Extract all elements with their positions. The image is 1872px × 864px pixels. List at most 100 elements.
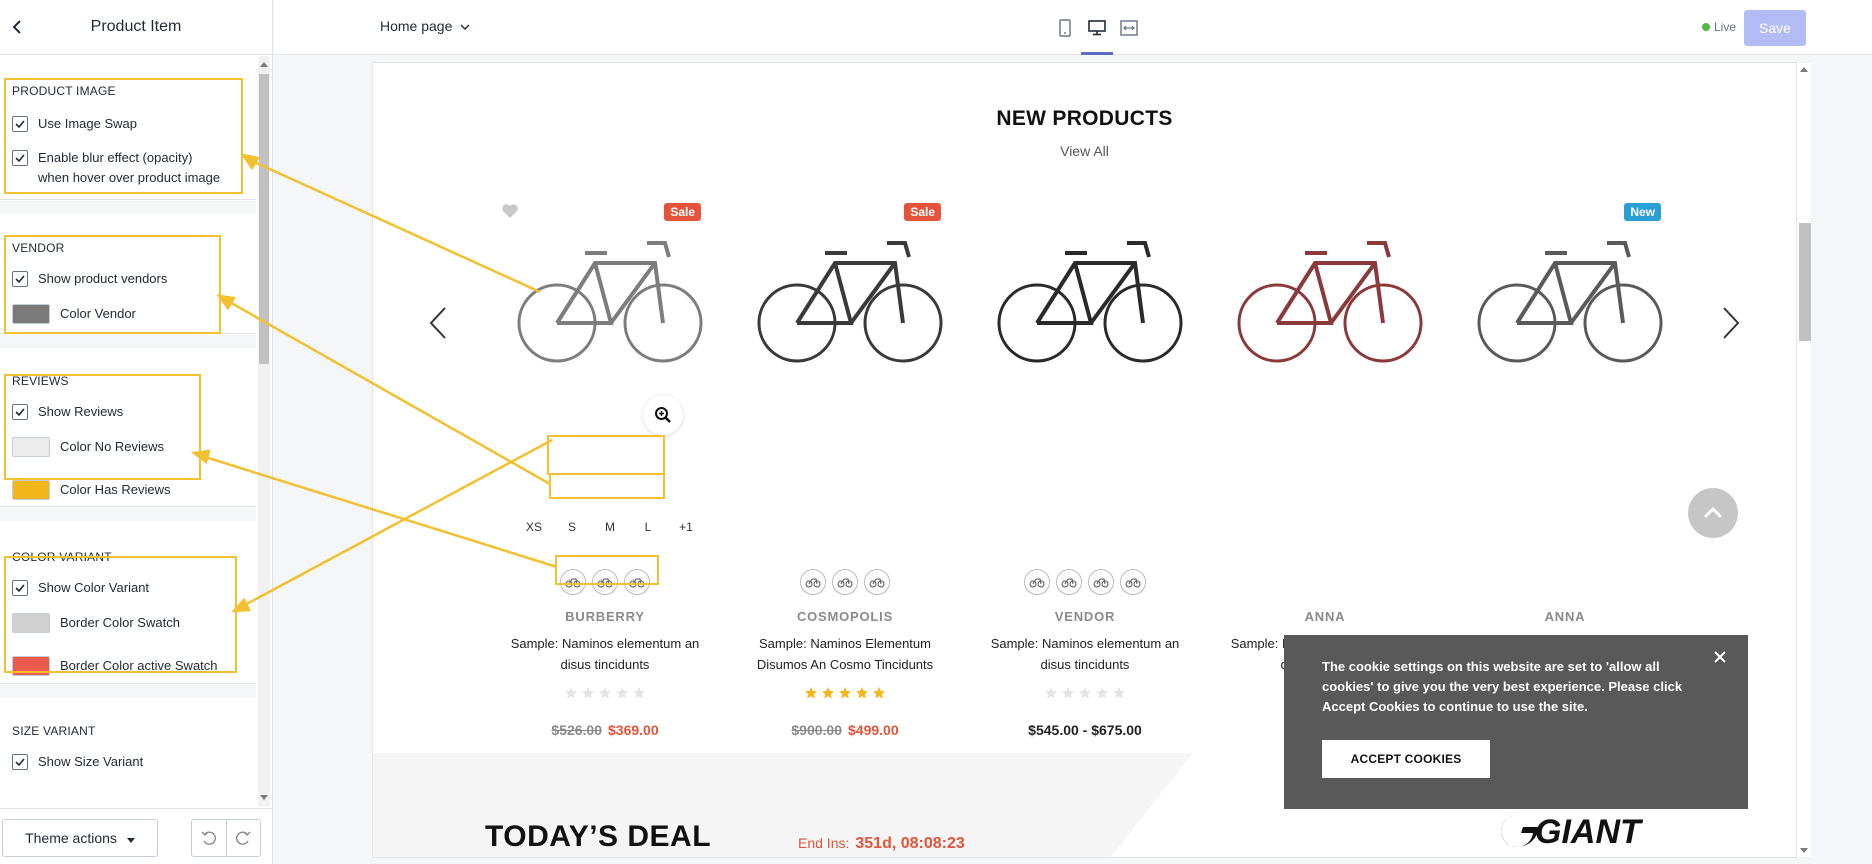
color-swatch[interactable] bbox=[864, 569, 890, 595]
highlight-box bbox=[555, 555, 659, 585]
scroll-up-icon[interactable] bbox=[260, 62, 268, 67]
product-rating bbox=[495, 686, 715, 700]
color-swatch[interactable] bbox=[1024, 569, 1050, 595]
star-icon bbox=[1062, 687, 1074, 699]
accept-cookies-button[interactable]: ACCEPT COOKIES bbox=[1322, 740, 1490, 778]
product-price: $526.00 $369.00 bbox=[495, 722, 715, 738]
section-divider bbox=[0, 201, 256, 214]
product-card[interactable]: ANNASample: Naminos elementum andisus ti… bbox=[1215, 195, 1435, 805]
product-vendor[interactable]: VENDOR bbox=[975, 609, 1195, 624]
product-rating bbox=[735, 686, 955, 700]
scroll-down-icon[interactable] bbox=[260, 795, 268, 800]
scrollbar-thumb[interactable] bbox=[1799, 223, 1811, 341]
color-has-reviews-option[interactable]: Color Has Reviews bbox=[12, 480, 171, 500]
sidebar-footer: Theme actions bbox=[0, 808, 272, 864]
product-image[interactable] bbox=[515, 213, 705, 393]
product-card[interactable]: VENDOR Sample: Naminos elementum an disus … bbox=[975, 195, 1195, 805]
product-card[interactable]: New ANNASample: Naminos elementum andisu… bbox=[1455, 195, 1675, 805]
product-image[interactable] bbox=[995, 213, 1185, 393]
carousel-next-icon[interactable] bbox=[1719, 303, 1743, 343]
product-price: $900.00 $499.00 bbox=[735, 722, 955, 738]
highlight-box bbox=[4, 374, 201, 480]
product-image[interactable] bbox=[755, 213, 945, 393]
product-card[interactable]: Sale COSMOPOLIS Sample: Naminos Elementum… bbox=[735, 195, 955, 805]
deal-title: TODAY’S DEAL bbox=[485, 820, 712, 853]
product-vendor[interactable]: ANNA bbox=[1455, 609, 1675, 624]
top-bar: Home page Live Save bbox=[274, 0, 1872, 55]
color-swatch[interactable] bbox=[832, 569, 858, 595]
mobile-view-icon[interactable] bbox=[1049, 0, 1081, 55]
product-vendor[interactable]: COSMOPOLIS bbox=[735, 609, 955, 624]
color-swatch-list bbox=[975, 569, 1195, 595]
live-dot-icon bbox=[1702, 23, 1710, 31]
undo-icon[interactable] bbox=[192, 820, 226, 856]
product-name-line1: Sample: Naminos elementum an bbox=[990, 636, 1180, 651]
section-title: SIZE VARIANT bbox=[12, 724, 96, 738]
color-swatch[interactable] bbox=[800, 569, 826, 595]
product-vendor[interactable]: BURBERRY bbox=[495, 609, 715, 624]
page-selector[interactable]: Home page bbox=[380, 18, 470, 34]
product-image[interactable] bbox=[1475, 213, 1665, 393]
highlight-box bbox=[547, 435, 665, 475]
product-name-line2: disus tincidunts bbox=[560, 657, 650, 672]
brand-logo-text: GIANT bbox=[1535, 813, 1644, 849]
star-icon bbox=[856, 687, 868, 699]
back-icon[interactable] bbox=[4, 14, 30, 40]
size-option[interactable]: L bbox=[629, 520, 667, 534]
viewport-switcher bbox=[1049, 0, 1145, 55]
live-status: Live bbox=[1702, 20, 1736, 34]
preview-scrollbar[interactable] bbox=[1797, 63, 1811, 857]
star-icon bbox=[1096, 687, 1108, 699]
new-products-title: NEW PRODUCTS bbox=[996, 107, 1173, 130]
product-image[interactable] bbox=[1235, 213, 1425, 393]
fullwidth-view-icon[interactable] bbox=[1113, 0, 1145, 55]
old-price: $900.00 bbox=[791, 722, 842, 738]
color-has-reviews-swatch[interactable] bbox=[12, 480, 50, 500]
product-name[interactable]: Sample: Naminos elementum an disus tincid… bbox=[975, 633, 1195, 675]
zoom-icon[interactable] bbox=[643, 395, 683, 435]
save-button[interactable]: Save bbox=[1744, 10, 1806, 46]
color-swatch-list bbox=[735, 569, 955, 595]
highlight-box bbox=[549, 473, 665, 499]
star-icon bbox=[565, 687, 577, 699]
size-option[interactable]: +1 bbox=[667, 520, 705, 534]
show-size-variant-option[interactable]: Show Size Variant bbox=[12, 752, 143, 772]
show-size-variant-checkbox[interactable] bbox=[12, 754, 28, 770]
color-swatch[interactable] bbox=[1120, 569, 1146, 595]
star-icon bbox=[873, 687, 885, 699]
scroll-down-icon[interactable] bbox=[1800, 848, 1808, 853]
size-option[interactable]: M bbox=[591, 520, 629, 534]
product-name-line2: disus tincidunts bbox=[1040, 657, 1130, 672]
highlight-box bbox=[4, 556, 237, 673]
color-swatch[interactable] bbox=[1088, 569, 1114, 595]
theme-actions-button[interactable]: Theme actions bbox=[2, 819, 158, 857]
product-name-line1: Sample: Naminos Elementum bbox=[759, 636, 931, 651]
back-to-top-button[interactable] bbox=[1688, 488, 1738, 538]
cookie-banner: The cookie settings on this website are … bbox=[1284, 635, 1748, 809]
color-swatch[interactable] bbox=[1056, 569, 1082, 595]
view-all-link[interactable]: View All bbox=[373, 143, 1796, 159]
size-variant-list: XS S M L +1 bbox=[515, 520, 705, 534]
product-name[interactable]: Sample: Naminos elementum an disus tincid… bbox=[495, 633, 715, 675]
product-name[interactable]: Sample: Naminos Elementum Disumos An Cosm… bbox=[735, 633, 955, 675]
size-option[interactable]: S bbox=[553, 520, 591, 534]
carousel-prev-icon[interactable] bbox=[426, 303, 450, 343]
star-icon bbox=[822, 687, 834, 699]
product-rating bbox=[975, 686, 1195, 700]
product-vendor[interactable]: ANNA bbox=[1215, 609, 1435, 624]
undo-redo-group bbox=[191, 819, 261, 857]
scrollbar-thumb[interactable] bbox=[259, 74, 269, 364]
theme-actions-label: Theme actions bbox=[25, 830, 117, 846]
scroll-up-icon[interactable] bbox=[1800, 67, 1808, 72]
color-has-reviews-label: Color Has Reviews bbox=[60, 482, 171, 497]
size-option[interactable]: XS bbox=[515, 520, 553, 534]
preview-frame: NEW PRODUCTS View All Sale XS S M L +1 BURBER… bbox=[373, 63, 1796, 857]
star-icon bbox=[599, 687, 611, 699]
desktop-view-icon[interactable] bbox=[1081, 0, 1113, 55]
chevron-down-icon bbox=[460, 18, 470, 34]
redo-icon[interactable] bbox=[225, 820, 261, 856]
sidebar-scrollbar[interactable] bbox=[258, 56, 270, 806]
show-size-variant-label: Show Size Variant bbox=[38, 754, 144, 769]
close-icon[interactable] bbox=[1710, 647, 1730, 667]
star-icon bbox=[616, 687, 628, 699]
